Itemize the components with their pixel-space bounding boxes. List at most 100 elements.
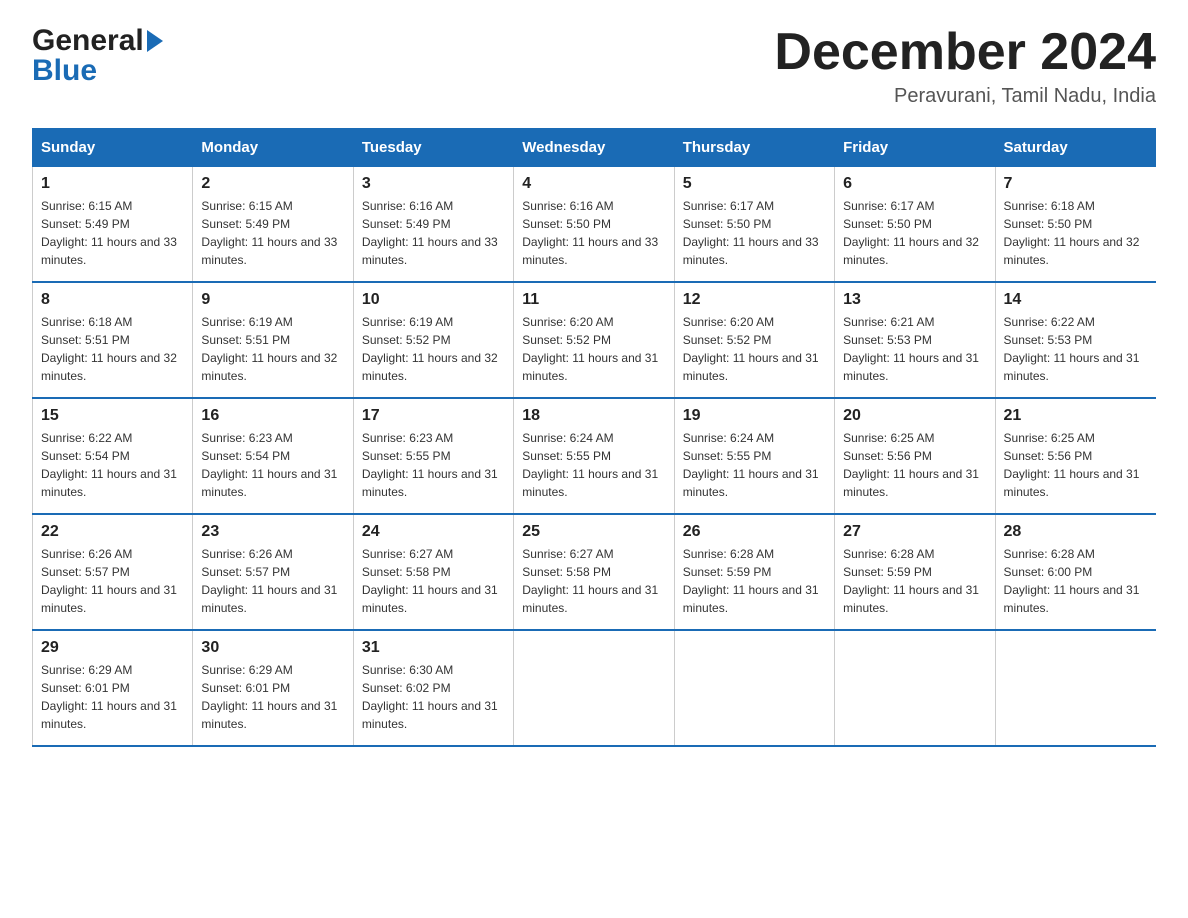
day-info: Sunrise: 6:25 AMSunset: 5:56 PMDaylight:… (1004, 431, 1140, 499)
day-number: 9 (201, 291, 344, 309)
calendar-cell: 19 Sunrise: 6:24 AMSunset: 5:55 PMDaylig… (674, 398, 834, 514)
calendar-cell: 4 Sunrise: 6:16 AMSunset: 5:50 PMDayligh… (514, 167, 674, 283)
calendar-cell: 6 Sunrise: 6:17 AMSunset: 5:50 PMDayligh… (835, 167, 995, 283)
calendar-cell: 14 Sunrise: 6:22 AMSunset: 5:53 PMDaylig… (995, 282, 1155, 398)
title-block: December 2024 Peravurani, Tamil Nadu, In… (774, 24, 1156, 108)
day-number: 11 (522, 291, 665, 309)
calendar-cell: 1 Sunrise: 6:15 AMSunset: 5:49 PMDayligh… (33, 167, 193, 283)
calendar-cell: 10 Sunrise: 6:19 AMSunset: 5:52 PMDaylig… (353, 282, 513, 398)
calendar-cell: 22 Sunrise: 6:26 AMSunset: 5:57 PMDaylig… (33, 514, 193, 630)
calendar-cell: 7 Sunrise: 6:18 AMSunset: 5:50 PMDayligh… (995, 167, 1155, 283)
calendar-cell: 20 Sunrise: 6:25 AMSunset: 5:56 PMDaylig… (835, 398, 995, 514)
header-monday: Monday (193, 129, 353, 167)
calendar-cell: 8 Sunrise: 6:18 AMSunset: 5:51 PMDayligh… (33, 282, 193, 398)
day-info: Sunrise: 6:29 AMSunset: 6:01 PMDaylight:… (41, 663, 177, 731)
day-number: 1 (41, 175, 184, 193)
day-info: Sunrise: 6:28 AMSunset: 6:00 PMDaylight:… (1004, 547, 1140, 615)
day-info: Sunrise: 6:22 AMSunset: 5:54 PMDaylight:… (41, 431, 177, 499)
day-number: 26 (683, 523, 826, 541)
calendar-cell: 30 Sunrise: 6:29 AMSunset: 6:01 PMDaylig… (193, 630, 353, 746)
day-info: Sunrise: 6:24 AMSunset: 5:55 PMDaylight:… (522, 431, 658, 499)
day-number: 10 (362, 291, 505, 309)
day-info: Sunrise: 6:18 AMSunset: 5:51 PMDaylight:… (41, 315, 177, 383)
day-number: 18 (522, 407, 665, 425)
day-number: 2 (201, 175, 344, 193)
day-number: 23 (201, 523, 344, 541)
day-info: Sunrise: 6:20 AMSunset: 5:52 PMDaylight:… (522, 315, 658, 383)
calendar-cell: 26 Sunrise: 6:28 AMSunset: 5:59 PMDaylig… (674, 514, 834, 630)
day-number: 31 (362, 639, 505, 657)
calendar-week-row: 8 Sunrise: 6:18 AMSunset: 5:51 PMDayligh… (33, 282, 1156, 398)
calendar-week-row: 29 Sunrise: 6:29 AMSunset: 6:01 PMDaylig… (33, 630, 1156, 746)
calendar-cell: 9 Sunrise: 6:19 AMSunset: 5:51 PMDayligh… (193, 282, 353, 398)
calendar-cell: 16 Sunrise: 6:23 AMSunset: 5:54 PMDaylig… (193, 398, 353, 514)
page-header: General Blue December 2024 Peravurani, T… (32, 24, 1156, 108)
logo-blue-text: Blue (32, 54, 163, 88)
calendar-cell: 23 Sunrise: 6:26 AMSunset: 5:57 PMDaylig… (193, 514, 353, 630)
logo-arrow-icon (147, 30, 163, 52)
day-info: Sunrise: 6:15 AMSunset: 5:49 PMDaylight:… (41, 199, 177, 267)
calendar-cell: 28 Sunrise: 6:28 AMSunset: 6:00 PMDaylig… (995, 514, 1155, 630)
day-info: Sunrise: 6:28 AMSunset: 5:59 PMDaylight:… (843, 547, 979, 615)
day-number: 6 (843, 175, 986, 193)
calendar-week-row: 22 Sunrise: 6:26 AMSunset: 5:57 PMDaylig… (33, 514, 1156, 630)
calendar-cell (835, 630, 995, 746)
day-number: 19 (683, 407, 826, 425)
calendar-cell: 21 Sunrise: 6:25 AMSunset: 5:56 PMDaylig… (995, 398, 1155, 514)
calendar-cell: 12 Sunrise: 6:20 AMSunset: 5:52 PMDaylig… (674, 282, 834, 398)
logo: General Blue (32, 24, 163, 88)
day-info: Sunrise: 6:20 AMSunset: 5:52 PMDaylight:… (683, 315, 819, 383)
calendar-cell (514, 630, 674, 746)
calendar-cell: 27 Sunrise: 6:28 AMSunset: 5:59 PMDaylig… (835, 514, 995, 630)
calendar-week-row: 15 Sunrise: 6:22 AMSunset: 5:54 PMDaylig… (33, 398, 1156, 514)
day-info: Sunrise: 6:30 AMSunset: 6:02 PMDaylight:… (362, 663, 498, 731)
day-number: 7 (1004, 175, 1148, 193)
day-info: Sunrise: 6:19 AMSunset: 5:51 PMDaylight:… (201, 315, 337, 383)
calendar-cell: 31 Sunrise: 6:30 AMSunset: 6:02 PMDaylig… (353, 630, 513, 746)
day-number: 8 (41, 291, 184, 309)
day-number: 20 (843, 407, 986, 425)
day-number: 24 (362, 523, 505, 541)
calendar-cell (674, 630, 834, 746)
day-number: 13 (843, 291, 986, 309)
day-number: 14 (1004, 291, 1148, 309)
day-info: Sunrise: 6:27 AMSunset: 5:58 PMDaylight:… (522, 547, 658, 615)
location-text: Peravurani, Tamil Nadu, India (774, 85, 1156, 108)
calendar-cell: 11 Sunrise: 6:20 AMSunset: 5:52 PMDaylig… (514, 282, 674, 398)
header-friday: Friday (835, 129, 995, 167)
day-info: Sunrise: 6:16 AMSunset: 5:49 PMDaylight:… (362, 199, 498, 267)
calendar-cell: 2 Sunrise: 6:15 AMSunset: 5:49 PMDayligh… (193, 167, 353, 283)
day-number: 29 (41, 639, 184, 657)
calendar-cell: 24 Sunrise: 6:27 AMSunset: 5:58 PMDaylig… (353, 514, 513, 630)
day-info: Sunrise: 6:27 AMSunset: 5:58 PMDaylight:… (362, 547, 498, 615)
day-number: 21 (1004, 407, 1148, 425)
header-wednesday: Wednesday (514, 129, 674, 167)
day-number: 16 (201, 407, 344, 425)
day-info: Sunrise: 6:22 AMSunset: 5:53 PMDaylight:… (1004, 315, 1140, 383)
day-number: 30 (201, 639, 344, 657)
day-number: 3 (362, 175, 505, 193)
day-info: Sunrise: 6:18 AMSunset: 5:50 PMDaylight:… (1004, 199, 1140, 267)
day-info: Sunrise: 6:25 AMSunset: 5:56 PMDaylight:… (843, 431, 979, 499)
month-title: December 2024 (774, 24, 1156, 81)
day-info: Sunrise: 6:17 AMSunset: 5:50 PMDaylight:… (843, 199, 979, 267)
day-number: 25 (522, 523, 665, 541)
day-number: 28 (1004, 523, 1148, 541)
calendar-cell: 18 Sunrise: 6:24 AMSunset: 5:55 PMDaylig… (514, 398, 674, 514)
logo-general-text: General (32, 24, 144, 58)
day-number: 22 (41, 523, 184, 541)
day-number: 4 (522, 175, 665, 193)
day-info: Sunrise: 6:19 AMSunset: 5:52 PMDaylight:… (362, 315, 498, 383)
day-info: Sunrise: 6:26 AMSunset: 5:57 PMDaylight:… (201, 547, 337, 615)
day-info: Sunrise: 6:23 AMSunset: 5:54 PMDaylight:… (201, 431, 337, 499)
calendar-cell: 15 Sunrise: 6:22 AMSunset: 5:54 PMDaylig… (33, 398, 193, 514)
day-number: 17 (362, 407, 505, 425)
header-tuesday: Tuesday (353, 129, 513, 167)
calendar-cell: 17 Sunrise: 6:23 AMSunset: 5:55 PMDaylig… (353, 398, 513, 514)
day-info: Sunrise: 6:21 AMSunset: 5:53 PMDaylight:… (843, 315, 979, 383)
day-info: Sunrise: 6:17 AMSunset: 5:50 PMDaylight:… (683, 199, 819, 267)
day-info: Sunrise: 6:16 AMSunset: 5:50 PMDaylight:… (522, 199, 658, 267)
day-number: 5 (683, 175, 826, 193)
day-number: 15 (41, 407, 184, 425)
day-number: 12 (683, 291, 826, 309)
